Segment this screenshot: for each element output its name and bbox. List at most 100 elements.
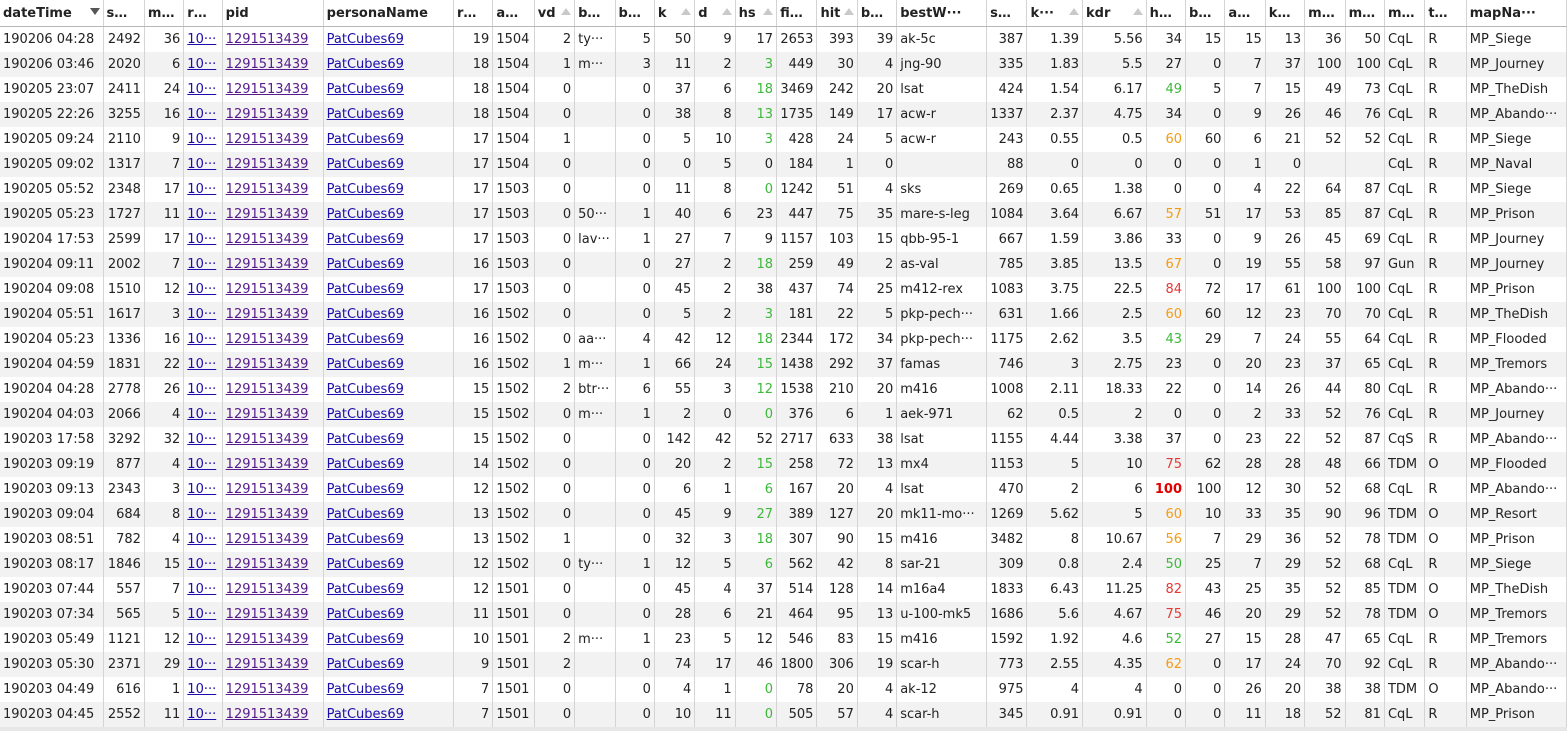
cell-personaName-link[interactable]: PatCubes69 — [323, 352, 454, 377]
table-row[interactable]: 190204 09:08 1510 12 10··· 1291513439 PatCube… — [0, 277, 1567, 302]
column-header-rank[interactable]: rank — [453, 0, 494, 27]
column-header-d[interactable]: d — [694, 0, 736, 27]
cell-pid-link[interactable]: 1291513439 — [222, 227, 324, 252]
horizontal-scrollbar[interactable] — [0, 727, 1567, 731]
column-header-ace[interactable]: ace — [1224, 0, 1266, 27]
cell-repo-link[interactable]: 10··· — [183, 452, 223, 477]
cell-repo-link[interactable]: 10··· — [183, 552, 223, 577]
column-header-bvk[interactable]: bvk — [615, 0, 655, 27]
cell-pid-link[interactable]: 1291513439 — [222, 127, 324, 152]
cell-personaName-link[interactable]: PatCubes69 — [323, 402, 454, 427]
table-row[interactable]: 190203 17:58 3292 32 10··· 1291513439 PatCube… — [0, 427, 1567, 452]
cell-pid-link[interactable]: 1291513439 — [222, 277, 324, 302]
cell-repo-link[interactable]: 10··· — [183, 627, 223, 652]
table-row[interactable]: 190204 04:28 2778 26 10··· 1291513439 PatCube… — [0, 377, 1567, 402]
cell-pid-link[interactable]: 1291513439 — [222, 252, 324, 277]
cell-personaName-link[interactable]: PatCubes69 — [323, 252, 454, 277]
cell-personaName-link[interactable]: PatCubes69 — [323, 77, 454, 102]
cell-repo-link[interactable]: 10··· — [183, 677, 223, 702]
cell-personaName-link[interactable]: PatCubes69 — [323, 552, 454, 577]
cell-pid-link[interactable]: 1291513439 — [222, 652, 324, 677]
cell-repo-link[interactable]: 10··· — [183, 502, 223, 527]
cell-repo-link[interactable]: 10··· — [183, 202, 223, 227]
cell-pid-link[interactable]: 1291513439 — [222, 302, 324, 327]
cell-pid-link[interactable]: 1291513439 — [222, 427, 324, 452]
cell-repo-link[interactable]: 10··· — [183, 352, 223, 377]
column-header-pid[interactable]: pid — [222, 0, 324, 27]
cell-repo-link[interactable]: 10··· — [183, 527, 223, 552]
cell-repo-link[interactable]: 10··· — [183, 152, 223, 177]
cell-pid-link[interactable]: 1291513439 — [222, 327, 324, 352]
cell-pid-link[interactable]: 1291513439 — [222, 177, 324, 202]
cell-repo-link[interactable]: 10··· — [183, 402, 223, 427]
table-row[interactable]: 190203 08:51 782 4 10··· 1291513439 PatCubes6… — [0, 527, 1567, 552]
cell-personaName-link[interactable]: PatCubes69 — [323, 127, 454, 152]
column-header-hit[interactable]: hit — [816, 0, 858, 27]
cell-repo-link[interactable]: 10··· — [183, 652, 223, 677]
cell-pid-link[interactable]: 1291513439 — [222, 627, 324, 652]
table-row[interactable]: 190204 09:11 2002 7 10··· 1291513439 PatCubes… — [0, 252, 1567, 277]
cell-repo-link[interactable]: 10··· — [183, 102, 223, 127]
cell-personaName-link[interactable]: PatCubes69 — [323, 702, 454, 727]
table-row[interactable]: 190203 07:34 565 5 10··· 1291513439 PatCubes6… — [0, 602, 1567, 627]
column-header-ssss[interactable]: ssss — [103, 0, 145, 27]
cell-repo-link[interactable]: 10··· — [183, 477, 223, 502]
cell-repo-link[interactable]: 10··· — [183, 302, 223, 327]
table-row[interactable]: 190203 05:30 2371 29 10··· 1291513439 PatCube… — [0, 652, 1567, 677]
table-row[interactable]: 190204 05:51 1617 3 10··· 1291513439 PatCubes… — [0, 302, 1567, 327]
cell-pid-link[interactable]: 1291513439 — [222, 677, 324, 702]
table-row[interactable]: 190204 05:23 1336 16 10··· 1291513439 PatCube… — [0, 327, 1567, 352]
cell-pid-link[interactable]: 1291513439 — [222, 26, 324, 52]
column-header-min[interactable]: min — [144, 0, 185, 27]
cell-pid-link[interactable]: 1291513439 — [222, 77, 324, 102]
cell-personaName-link[interactable]: PatCubes69 — [323, 177, 454, 202]
column-header-bwhs[interactable]: bwhs — [1185, 0, 1226, 27]
cell-pid-link[interactable]: 1291513439 — [222, 527, 324, 552]
table-row[interactable]: 190205 09:02 1317 7 10··· 1291513439 PatCubes… — [0, 152, 1567, 177]
column-header-max1[interactable]: max1 — [1304, 0, 1346, 27]
cell-personaName-link[interactable]: PatCubes69 — [323, 152, 454, 177]
cell-repo-link[interactable]: 10··· — [183, 127, 223, 152]
cell-personaName-link[interactable]: PatCubes69 — [323, 602, 454, 627]
column-header-vd[interactable]: vd — [534, 0, 576, 27]
column-header-kpm[interactable]: k··· — [1026, 0, 1084, 27]
table-row[interactable]: 190203 09:13 2343 3 10··· 1291513439 PatCubes… — [0, 477, 1567, 502]
cell-personaName-link[interactable]: PatCubes69 — [323, 652, 454, 677]
cell-personaName-link[interactable]: PatCubes69 — [323, 302, 454, 327]
cell-personaName-link[interactable]: PatCubes69 — [323, 577, 454, 602]
cell-pid-link[interactable]: 1291513439 — [222, 502, 324, 527]
cell-repo-link[interactable]: 10··· — [183, 177, 223, 202]
table-row[interactable]: 190204 04:03 2066 4 10··· 1291513439 PatCubes… — [0, 402, 1567, 427]
cell-pid-link[interactable]: 1291513439 — [222, 477, 324, 502]
cell-pid-link[interactable]: 1291513439 — [222, 102, 324, 127]
cell-personaName-link[interactable]: PatCubes69 — [323, 102, 454, 127]
cell-repo-link[interactable]: 10··· — [183, 702, 223, 727]
table-row[interactable]: 190205 22:26 3255 16 10··· 1291513439 PatCube… — [0, 102, 1567, 127]
cell-pid-link[interactable]: 1291513439 — [222, 402, 324, 427]
cell-personaName-link[interactable]: PatCubes69 — [323, 452, 454, 477]
cell-personaName-link[interactable]: PatCubes69 — [323, 277, 454, 302]
cell-personaName-link[interactable]: PatCubes69 — [323, 52, 454, 77]
cell-personaName-link[interactable]: PatCubes69 — [323, 627, 454, 652]
column-header-hskr[interactable]: hskr — [1146, 0, 1187, 27]
column-header-bestW[interactable]: bestW··· — [896, 0, 988, 27]
table-row[interactable]: 190206 03:46 2020 6 10··· 1291513439 PatCubes… — [0, 52, 1567, 77]
cell-personaName-link[interactable]: PatCubes69 — [323, 26, 454, 52]
column-header-kdr[interactable]: kdr — [1082, 0, 1147, 27]
table-row[interactable]: 190203 04:49 616 1 10··· 1291513439 PatCubes6… — [0, 677, 1567, 702]
table-row[interactable]: 190205 23:07 2411 24 10··· 1291513439 PatCube… — [0, 77, 1567, 102]
cell-repo-link[interactable]: 10··· — [183, 77, 223, 102]
column-header-hs[interactable]: hs — [735, 0, 778, 27]
cell-repo-link[interactable]: 10··· — [183, 277, 223, 302]
table-row[interactable]: 190203 09:19 877 4 10··· 1291513439 PatCubes6… — [0, 452, 1567, 477]
cell-pid-link[interactable]: 1291513439 — [222, 577, 324, 602]
cell-pid-link[interactable]: 1291513439 — [222, 352, 324, 377]
table-row[interactable]: 190203 09:04 684 8 10··· 1291513439 PatCubes6… — [0, 502, 1567, 527]
cell-personaName-link[interactable]: PatCubes69 — [323, 377, 454, 402]
column-header-spm[interactable]: spm — [986, 0, 1028, 27]
cell-pid-link[interactable]: 1291513439 — [222, 52, 324, 77]
cell-personaName-link[interactable]: PatCubes69 — [323, 427, 454, 452]
column-header-dateTime[interactable]: dateTime — [0, 0, 104, 27]
table-row[interactable]: 190203 04:45 2552 11 10··· 1291513439 PatCube… — [0, 702, 1567, 727]
table-row[interactable]: 190206 04:28 2492 36 10··· 1291513439 PatCube… — [0, 26, 1567, 52]
